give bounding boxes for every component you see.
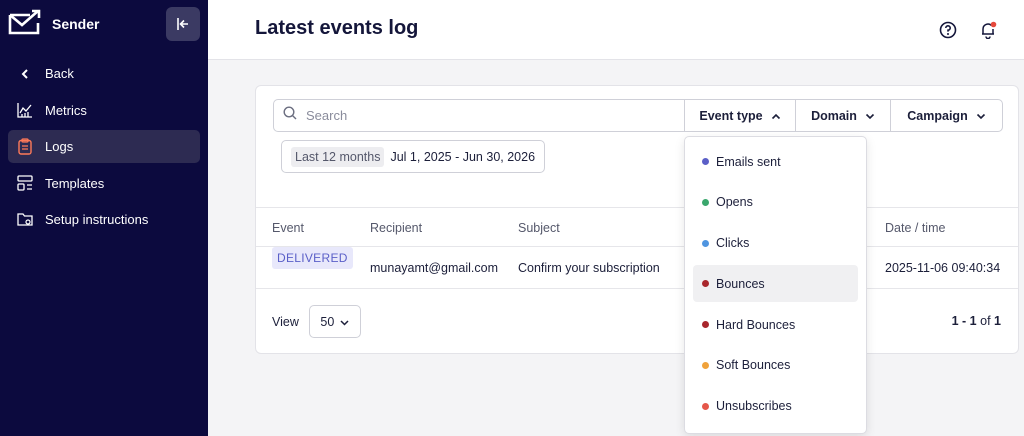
folder-settings-icon (17, 212, 33, 228)
table-row[interactable]: DELIVERED munayamt@gmail.com Confirm you… (256, 247, 1018, 289)
sidebar-item-setup-instructions[interactable]: Setup instructions (8, 203, 200, 236)
sidebar-item-templates[interactable]: Templates (8, 167, 200, 200)
collapse-sidebar-button[interactable] (166, 7, 200, 41)
event-type-label: Event type (699, 108, 763, 123)
collapse-left-icon (177, 18, 188, 30)
clipboard-icon (17, 138, 33, 155)
page-size-value: 50 (320, 314, 335, 329)
notification-dot (990, 21, 997, 28)
event-type-option-soft-bounces[interactable]: Soft Bounces (693, 347, 858, 384)
view-label: View (272, 314, 299, 329)
status-dot (702, 402, 709, 410)
chevron-down-icon (340, 315, 349, 329)
date-time-cell: 2025-11-06 09:40:34 (885, 261, 1001, 275)
bell-icon[interactable] (976, 18, 1000, 42)
page-header: Latest events log (208, 0, 1024, 60)
pager-of: of (980, 314, 991, 328)
status-dot (702, 158, 709, 165)
column-header-recipient: Recipient (370, 221, 423, 235)
column-header-date-time: Date / time (885, 221, 946, 235)
page-size-select[interactable]: 50 (308, 305, 361, 338)
metrics-icon (17, 102, 33, 118)
event-type-option-unsubscribes[interactable]: Unsubscribes (693, 388, 858, 425)
subject-cell: Confirm your subscription (518, 261, 660, 275)
chevron-left-icon (17, 66, 33, 82)
event-type-option-opens[interactable]: Opens (693, 184, 858, 221)
brand-name: Sender (52, 16, 100, 32)
domain-label: Domain (811, 108, 857, 123)
date-preset-chip: Last 12 months (291, 146, 385, 167)
column-header-event: Event (272, 221, 304, 235)
search-input[interactable] (306, 108, 666, 123)
templates-icon (17, 175, 33, 191)
campaign-filter[interactable]: Campaign (891, 100, 1002, 131)
pager-total: 1 (994, 314, 1001, 328)
status-dot (702, 280, 709, 288)
status-dot (702, 321, 709, 329)
page-title: Latest events log (255, 17, 419, 39)
option-label: Unsubscribes (716, 399, 792, 414)
event-type-option-hard-bounces[interactable]: Hard Bounces (693, 306, 858, 343)
page-size-control: View 50 (272, 305, 361, 338)
sidebar-item-label: Metrics (45, 102, 87, 118)
date-range-picker[interactable]: Last 12 months Jul 1, 2025 - Jun 30, 202… (281, 140, 545, 173)
event-type-filter[interactable]: Event type (685, 100, 796, 131)
sidebar-item-back[interactable]: Back (8, 57, 200, 90)
sidebar-item-label: Back (45, 66, 74, 81)
chevron-down-icon (976, 109, 986, 123)
date-range-value: Jul 1, 2025 - Jun 30, 2026 (390, 149, 536, 164)
pager-range: 1 - 1 (951, 314, 977, 328)
event-type-dropdown: Emails sent Opens Clicks Bounces Hard Bo… (684, 136, 867, 434)
recipient-cell: munayamt@gmail.com (370, 261, 499, 275)
status-badge: DELIVERED (272, 247, 353, 269)
sidebar: Sender Back Metrics Logs Templates Setup… (0, 0, 208, 436)
sender-logo-icon (8, 9, 42, 40)
sidebar-item-logs[interactable]: Logs (8, 130, 200, 164)
option-label: Opens (716, 195, 753, 210)
event-type-option-clicks[interactable]: Clicks (693, 225, 858, 262)
sidebar-item-label: Logs (45, 139, 74, 155)
events-card: Event type Domain Campaign Last 12 month… (255, 85, 1019, 354)
column-header-subject: Subject (518, 221, 560, 235)
chevron-up-icon (771, 109, 781, 123)
option-label: Hard Bounces (716, 317, 796, 332)
brand[interactable]: Sender (8, 8, 99, 40)
option-label: Bounces (716, 276, 765, 291)
option-label: Soft Bounces (716, 358, 791, 373)
option-label: Emails sent (716, 154, 781, 169)
option-label: Clicks (716, 236, 750, 251)
sidebar-item-label: Templates (45, 175, 105, 191)
sidebar-item-metrics[interactable]: Metrics (8, 94, 200, 127)
status-dot (702, 361, 709, 369)
sidebar-item-label: Setup instructions (45, 212, 149, 228)
sidebar-nav: Back Metrics Logs Templates Setup instru… (8, 57, 200, 240)
domain-filter[interactable]: Domain (796, 100, 891, 131)
search-icon (283, 106, 297, 125)
help-icon[interactable] (936, 18, 960, 42)
pagination-summary: 1 - 1 of 1 (952, 314, 1001, 328)
status-dot (702, 239, 709, 247)
event-type-option-emails-sent[interactable]: Emails sent (693, 143, 858, 180)
event-type-option-bounces[interactable]: Bounces (693, 265, 858, 303)
table-header: Event Recipient Subject Date / time (256, 207, 1018, 247)
campaign-label: Campaign (907, 108, 968, 123)
status-dot (702, 198, 709, 206)
filter-bar: Event type Domain Campaign (273, 99, 1003, 132)
search-box (274, 100, 685, 131)
chevron-down-icon (865, 109, 875, 123)
